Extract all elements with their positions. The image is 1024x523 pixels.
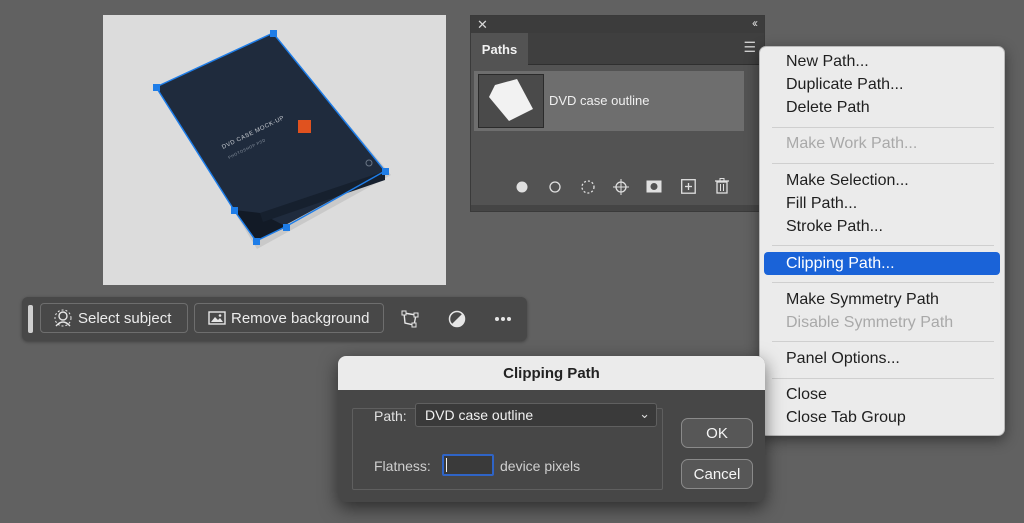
contextual-task-bar: Select subject Remove background — [22, 297, 527, 341]
panel-header: ✕ ‹‹ — [471, 16, 764, 33]
text-caret — [446, 458, 447, 472]
menu-item-duplicate-path[interactable]: Duplicate Path... — [786, 76, 903, 94]
collapse-icon[interactable]: ‹‹ — [752, 16, 758, 30]
stroke-path-icon[interactable] — [549, 181, 561, 193]
menu-item-close-tab-group[interactable]: Close Tab Group — [786, 409, 906, 427]
delete-icon[interactable] — [715, 178, 729, 194]
chevron-down-icon: ⌄ — [639, 406, 650, 421]
transform-icon[interactable] — [401, 310, 419, 328]
menu-item-clipping-path[interactable]: Clipping Path... — [786, 255, 895, 273]
flatness-label: Flatness: — [374, 458, 431, 474]
menu-separator — [772, 127, 994, 128]
close-icon[interactable]: ✕ — [477, 17, 488, 33]
cancel-button[interactable]: Cancel — [681, 459, 753, 489]
tab-paths[interactable]: Paths — [471, 33, 528, 65]
path-select[interactable]: DVD case outline ⌄ — [415, 403, 657, 427]
remove-background-label: Remove background — [231, 309, 370, 327]
menu-separator — [772, 341, 994, 342]
flatness-unit: device pixels — [500, 458, 581, 474]
menu-separator — [772, 282, 994, 283]
panel-scrollbar[interactable] — [471, 205, 764, 211]
dialog-title-bar[interactable]: Clipping Path — [338, 356, 765, 390]
clipping-path-dialog: Clipping Path Path: DVD case outline ⌄ F… — [338, 356, 765, 502]
menu-separator — [772, 378, 994, 379]
panel-tab-bar: Paths ☰ — [471, 33, 764, 65]
menu-item-make-work-path: Make Work Path... — [786, 135, 918, 152]
select-subject-label: Select subject — [78, 309, 172, 327]
person-icon — [54, 309, 72, 327]
menu-item-make-selection[interactable]: Make Selection... — [786, 172, 909, 190]
work-path-icon[interactable] — [613, 179, 629, 195]
selection-path-icon[interactable] — [581, 180, 595, 194]
menu-separator — [772, 245, 994, 246]
flatness-input[interactable] — [442, 454, 494, 476]
panel-menu-icon[interactable]: ☰ — [743, 39, 756, 56]
menu-item-stroke-path[interactable]: Stroke Path... — [786, 218, 883, 236]
dvd-mockup-image: DVD CASE MOCK-UP PHOTOSHOP PSD — [153, 30, 391, 249]
new-path-icon[interactable] — [681, 179, 696, 194]
paths-panel-menu: New Path... Duplicate Path... Delete Pat… — [759, 46, 1005, 436]
menu-item-make-symmetry-path[interactable]: Make Symmetry Path — [786, 291, 939, 309]
image-icon — [208, 311, 226, 325]
drag-handle[interactable] — [28, 305, 33, 333]
document-canvas[interactable]: DVD CASE MOCK-UP PHOTOSHOP PSD — [103, 15, 446, 285]
menu-separator — [772, 163, 994, 164]
menu-item-new-path[interactable]: New Path... — [786, 53, 869, 71]
menu-item-panel-options[interactable]: Panel Options... — [786, 350, 900, 368]
select-subject-button[interactable]: Select subject — [40, 303, 188, 333]
more-icon[interactable] — [494, 316, 512, 322]
path-list-item[interactable]: DVD case outline — [474, 71, 744, 131]
dialog-title: Clipping Path — [503, 365, 600, 382]
path-thumbnail — [478, 74, 544, 128]
mask-icon[interactable] — [646, 180, 662, 193]
menu-item-fill-path[interactable]: Fill Path... — [786, 195, 857, 213]
cover-logo — [298, 120, 311, 133]
paths-panel: ✕ ‹‹ Paths ☰ DVD case outline — [470, 15, 765, 212]
path-select-value: DVD case outline — [425, 407, 534, 423]
fill-path-icon[interactable] — [516, 181, 528, 193]
ok-button[interactable]: OK — [681, 418, 753, 448]
remove-background-button[interactable]: Remove background — [194, 303, 384, 333]
path-name: DVD case outline — [549, 93, 650, 108]
menu-item-delete-path[interactable]: Delete Path — [786, 99, 870, 117]
adjust-icon[interactable] — [448, 310, 466, 328]
menu-item-disable-symmetry-path: Disable Symmetry Path — [786, 314, 954, 331]
panel-footer — [471, 172, 764, 202]
path-label: Path: — [374, 408, 407, 424]
menu-item-close[interactable]: Close — [786, 386, 827, 404]
